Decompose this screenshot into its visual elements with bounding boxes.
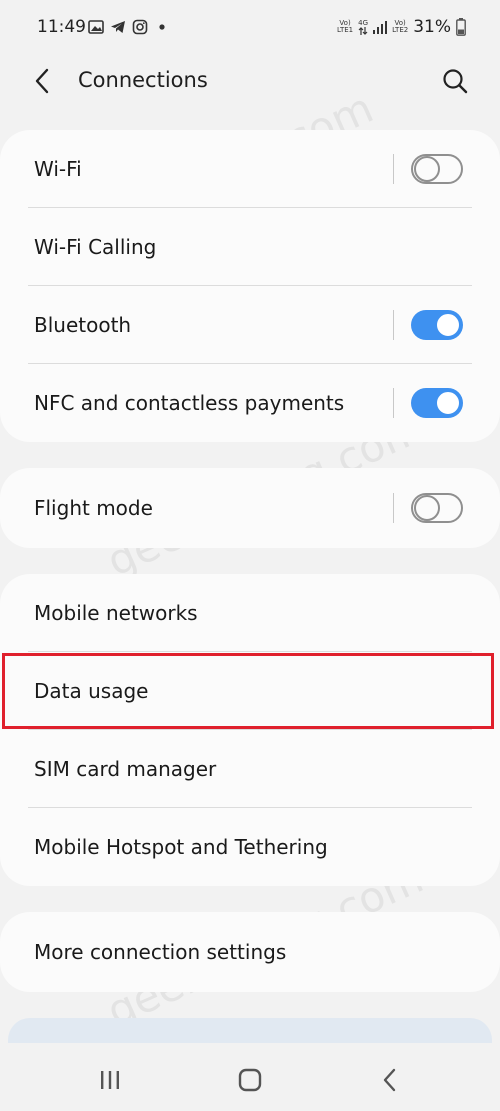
more-connection-settings-label: More connection settings [34, 940, 287, 964]
flight-mode-label: Flight mode [34, 496, 153, 520]
bluetooth-row[interactable]: Bluetooth [0, 286, 500, 364]
status-time: 11:49 [37, 17, 86, 37]
bluetooth-label: Bluetooth [34, 313, 132, 337]
hotspot-label: Mobile Hotspot and Tethering [34, 835, 328, 859]
battery-percent: 31% [413, 17, 451, 37]
back-arrow-icon [35, 68, 49, 94]
instagram-icon [132, 19, 148, 35]
divider-vertical [393, 310, 394, 340]
nfc-row[interactable]: NFC and contactless payments [0, 364, 500, 442]
mobile-networks-row[interactable]: Mobile networks [0, 574, 500, 652]
network-type: 4G [358, 19, 368, 35]
data-arrows-icon [358, 26, 368, 35]
recents-button[interactable] [95, 1065, 125, 1095]
search-icon [443, 69, 468, 94]
back-nav-icon [383, 1068, 396, 1092]
wifi-calling-label: Wi-Fi Calling [34, 235, 157, 259]
data-usage-label: Data usage [34, 679, 149, 703]
mobile-networks-label: Mobile networks [34, 601, 198, 625]
bluetooth-toggle[interactable] [411, 310, 463, 340]
data-usage-row[interactable]: Data usage [0, 652, 500, 730]
wifi-label: Wi-Fi [34, 157, 82, 181]
nfc-toggle[interactable] [411, 388, 463, 418]
dot-icon [159, 24, 165, 30]
battery-icon [456, 18, 466, 36]
mobile-group: Mobile networks Data usage SIM card mana… [0, 574, 500, 886]
sim-card-manager-label: SIM card manager [34, 757, 217, 781]
divider-vertical [393, 388, 394, 418]
navigation-bar [0, 1043, 500, 1111]
notification-icons [88, 19, 168, 35]
status-bar: 11:49 Vo) LTE1 4G Vo) LTE2 31% [0, 0, 500, 56]
home-icon [238, 1068, 262, 1092]
more-settings-group: More connection settings [0, 912, 500, 992]
wifi-row[interactable]: Wi-Fi [0, 130, 500, 208]
wifi-calling-row[interactable]: Wi-Fi Calling [0, 208, 500, 286]
nfc-label: NFC and contactless payments [34, 391, 345, 415]
more-connection-settings-row[interactable]: More connection settings [0, 912, 500, 992]
signal-icon [373, 21, 388, 34]
flight-mode-group: Flight mode [0, 468, 500, 548]
flight-mode-row[interactable]: Flight mode [0, 468, 500, 548]
image-icon [88, 20, 104, 34]
app-header: Connections [0, 56, 500, 106]
divider-vertical [393, 493, 394, 523]
flight-mode-toggle[interactable] [411, 493, 463, 523]
recents-icon [101, 1071, 119, 1089]
hotspot-row[interactable]: Mobile Hotspot and Tethering [0, 808, 500, 886]
search-button[interactable] [440, 66, 470, 96]
wifi-toggle[interactable] [411, 154, 463, 184]
back-button[interactable] [28, 66, 58, 96]
divider-vertical [393, 154, 394, 184]
sim1-volte: Vo) LTE1 [337, 19, 354, 34]
sim-card-manager-row[interactable]: SIM card manager [0, 730, 500, 808]
telegram-icon [111, 21, 125, 33]
home-button[interactable] [235, 1065, 265, 1095]
system-status-icons: Vo) LTE1 4G Vo) LTE2 31% [337, 17, 466, 37]
back-nav-button[interactable] [375, 1065, 405, 1095]
connectivity-group: Wi-Fi Wi-Fi Calling Bluetooth NFC and co… [0, 130, 500, 442]
page-title: Connections [78, 68, 208, 92]
sim2-volte: Vo) LTE2 [392, 19, 409, 34]
